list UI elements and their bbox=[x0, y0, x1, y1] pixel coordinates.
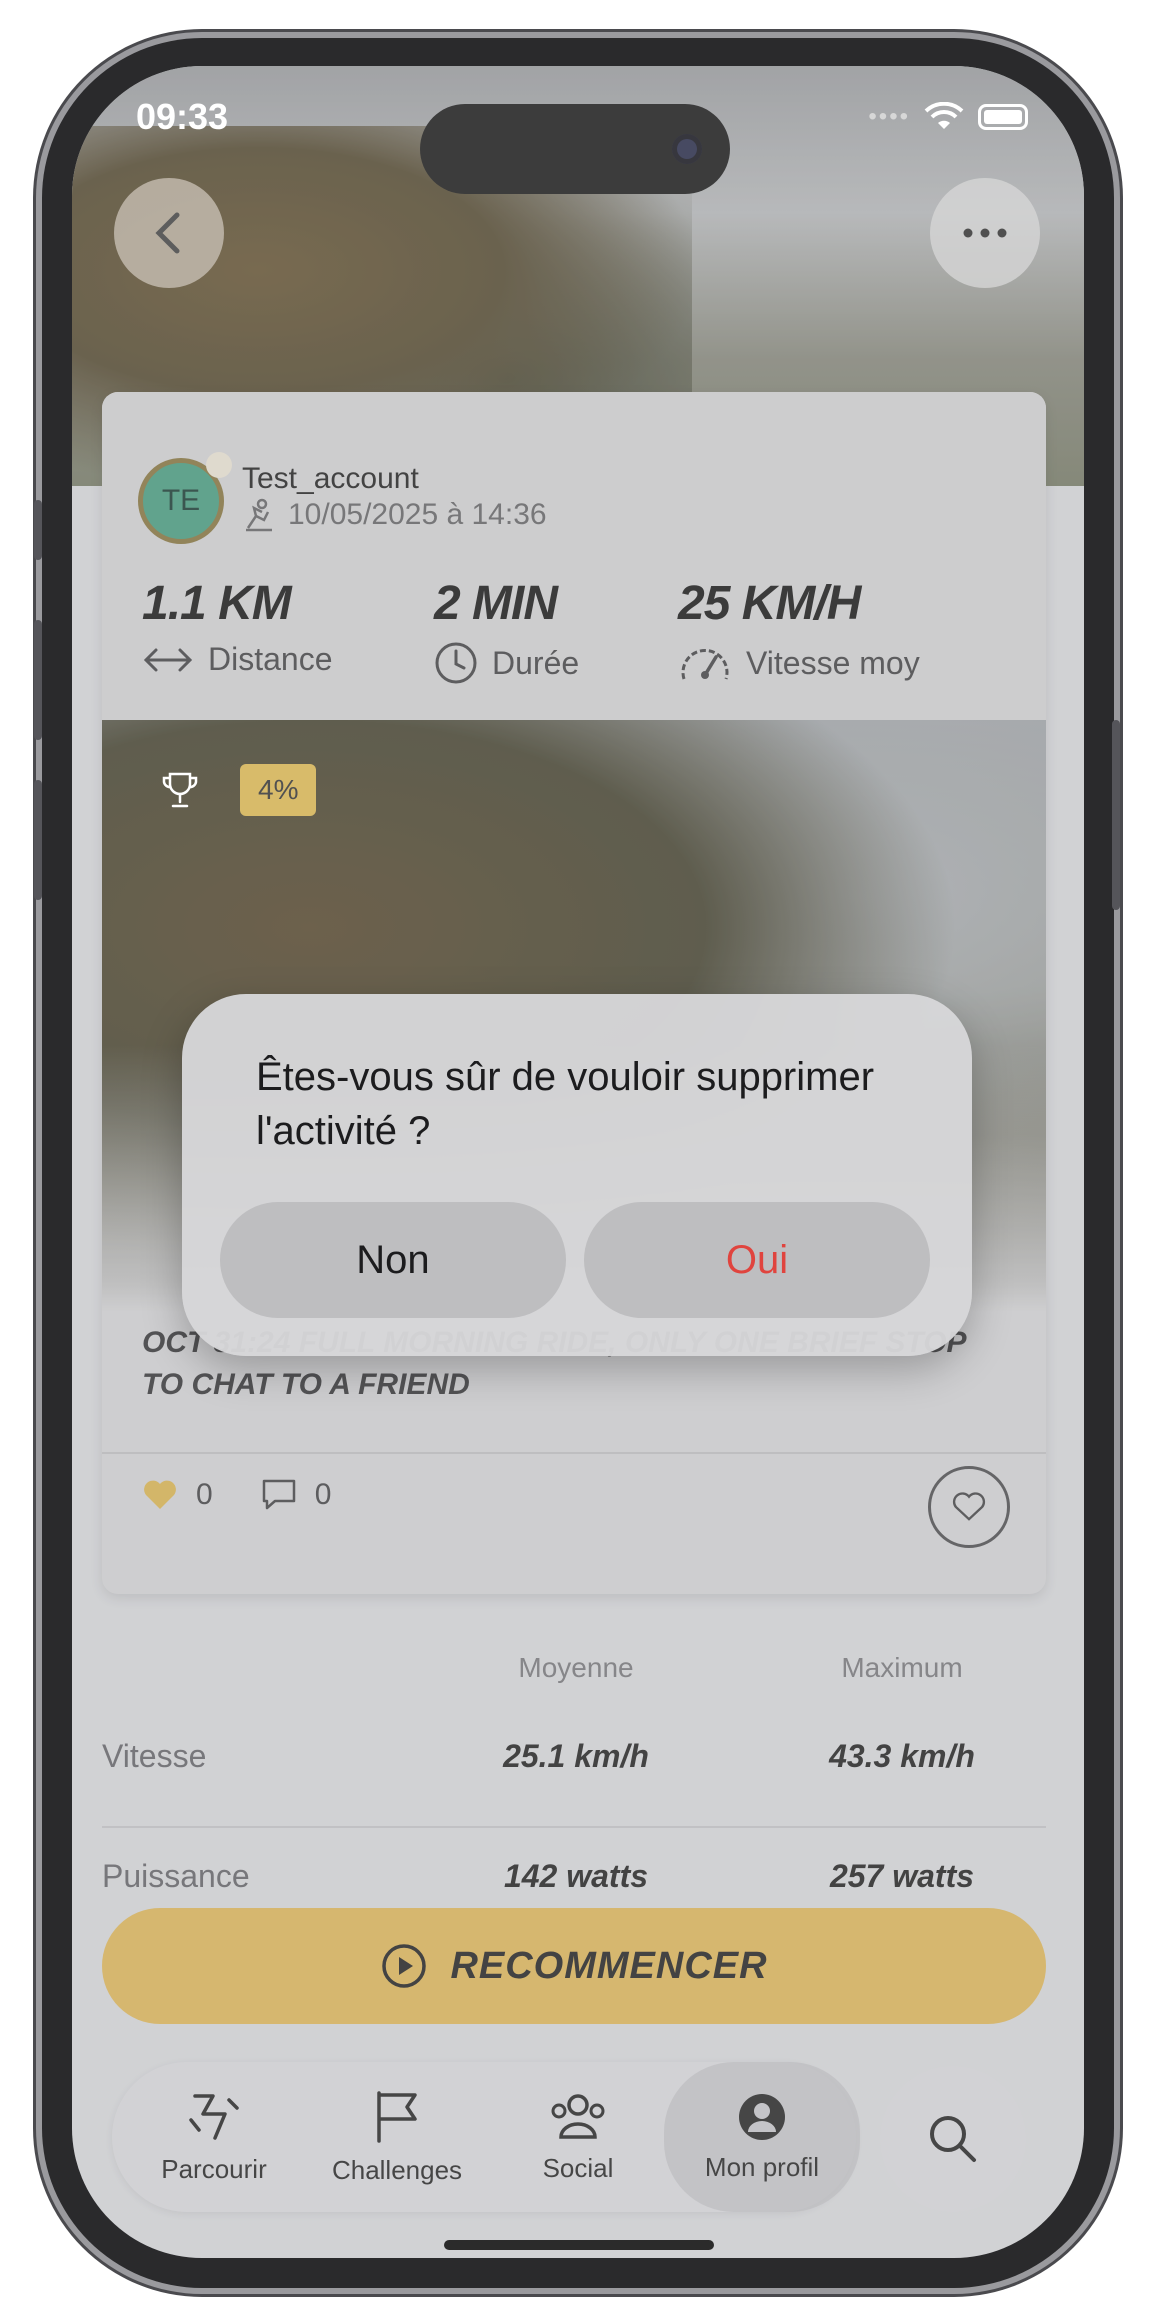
volume-up-button bbox=[34, 620, 42, 740]
no-button[interactable]: Non bbox=[220, 1202, 566, 1318]
home-indicator[interactable] bbox=[444, 2240, 714, 2250]
screen: 09:33 •••• TE Test_account 10/05/2025 à … bbox=[72, 66, 1084, 2258]
delete-confirm-dialog: Êtes-vous sûr de vouloir supprimer l'act… bbox=[182, 994, 972, 1356]
dialog-message: Êtes-vous sûr de vouloir supprimer l'act… bbox=[256, 1055, 875, 1153]
yes-button[interactable]: Oui bbox=[584, 1202, 930, 1318]
mute-switch bbox=[34, 500, 42, 560]
power-button bbox=[1112, 720, 1120, 910]
volume-down-button bbox=[34, 780, 42, 900]
